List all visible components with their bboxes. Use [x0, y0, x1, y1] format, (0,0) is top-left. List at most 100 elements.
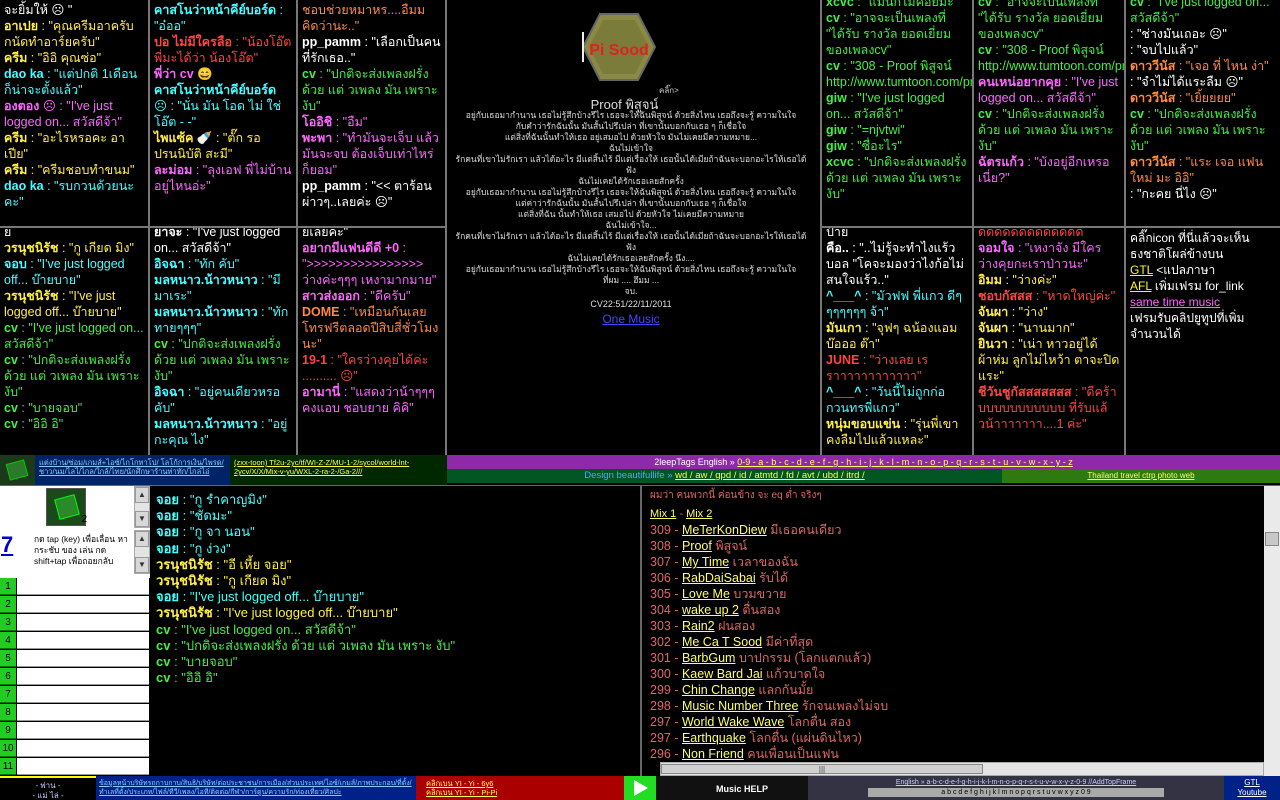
chat-username[interactable]: วรนุชนิรัช: [156, 605, 213, 620]
chat-username[interactable]: cv: [154, 337, 168, 351]
chat-username[interactable]: พี่ว่า cv: [154, 67, 194, 81]
song-link[interactable]: World Wake Wave: [682, 715, 784, 729]
chat-username[interactable]: xcvc: [826, 155, 854, 169]
bottom-b2[interactable]: ข้อมูลหน้าบริษัทรถกาบกาบ/สินธิ/บริษัท/ต่…: [96, 776, 416, 800]
chat-username[interactable]: จอบ: [4, 257, 27, 271]
chat-username[interactable]: cv: [4, 417, 18, 431]
chat-username[interactable]: ฉัตรแก้ว: [978, 155, 1024, 169]
b5-line2[interactable]: a b c d e f g h i j k l m n o p q r s t …: [868, 788, 1164, 797]
chat-username[interactable]: จันผา: [978, 321, 1008, 335]
song-link[interactable]: Non Friend: [682, 747, 744, 761]
song-link[interactable]: Music Number Three: [682, 699, 798, 713]
chat-username[interactable]: ดาววีนัส: [1130, 155, 1175, 169]
mini-big-num[interactable]: 7: [1, 532, 13, 558]
chat-username[interactable]: cv: [826, 11, 840, 25]
chat-username[interactable]: องตอง: [4, 99, 39, 113]
bottom-b5[interactable]: English » a-b-c-d-e-f-g-h-i-j-k-l-m-n-o-…: [808, 776, 1224, 800]
chat-username[interactable]: pp_pamm: [302, 179, 361, 193]
chat-username[interactable]: คาสโนว่าหน้าคีย์บอร์ด: [154, 3, 276, 17]
chat-username[interactable]: อิจฉา: [154, 385, 184, 399]
song-vscroll[interactable]: [1264, 486, 1280, 776]
chat-username[interactable]: มลหนาว.น้าวหนาว: [154, 305, 258, 319]
travel-link[interactable]: Thailand travel ctrp photo web: [1087, 471, 1194, 480]
song-link[interactable]: BarbGum: [682, 651, 736, 665]
chat-username[interactable]: จอย: [156, 541, 179, 556]
chat-username[interactable]: cv: [978, 0, 992, 9]
song-link[interactable]: Love Me: [682, 587, 730, 601]
chat-username[interactable]: cv: [4, 401, 18, 415]
chat-username[interactable]: cv: [826, 59, 840, 73]
chat-username[interactable]: pp_pamm: [302, 35, 361, 49]
row-cell[interactable]: [17, 650, 149, 667]
chat-username[interactable]: วรนุชนิรัช: [156, 573, 213, 588]
b3-line1[interactable]: คลิกเบน YI - Yi - 6y6: [426, 779, 614, 788]
chat-username[interactable]: อาเปย: [4, 19, 38, 33]
chat-username[interactable]: ครีม: [4, 51, 27, 65]
nav-links-mid[interactable]: (zxx-toon) Tf2u-2yc/tf/WI-Z-Z/MU-1-2/syc…: [230, 455, 447, 485]
chat-username[interactable]: ครีม: [4, 131, 27, 145]
chat-username[interactable]: ชีวันชูกัสสสสสสส: [978, 385, 1072, 399]
chat-username[interactable]: JUNE: [826, 353, 859, 367]
song-link[interactable]: MeTerKonDiew: [682, 523, 767, 537]
row-cell[interactable]: [17, 686, 149, 703]
chat-username[interactable]: ครีม: [4, 163, 27, 177]
chat-username[interactable]: จอมใจ: [978, 241, 1015, 255]
song-link[interactable]: Earthquake: [682, 731, 746, 745]
chat-username[interactable]: สาวส่งออก: [302, 289, 360, 303]
chat-username[interactable]: cv: [156, 654, 170, 669]
mix-1-link[interactable]: Mix 1: [650, 508, 676, 520]
song-logo[interactable]: Pi Sood: [581, 12, 657, 82]
chat-username[interactable]: มลหนาว.น้าวหนาว: [154, 273, 258, 287]
chat-username[interactable]: ^___^: [826, 385, 861, 399]
info-link[interactable]: AFL: [1130, 279, 1152, 293]
song-link[interactable]: My Time: [682, 555, 729, 569]
scroll-thumb[interactable]: [1265, 532, 1279, 546]
mini-scrollbar-top[interactable]: ▲ ▼: [134, 486, 150, 528]
chat-username[interactable]: cv: [4, 353, 18, 367]
row-cell[interactable]: [17, 578, 149, 595]
song-link[interactable]: Rain2: [682, 619, 715, 633]
chat-username[interactable]: คาสโนว่าหน้าคีย์บอร์ด: [154, 83, 276, 97]
chat-username[interactable]: วรนุชนิรัช: [4, 289, 59, 303]
chat-username[interactable]: อิจฉา: [154, 257, 184, 271]
song-link[interactable]: Proof: [682, 539, 712, 553]
chat-username[interactable]: คนเหน่อยากคุย: [978, 75, 1061, 89]
chat-username[interactable]: หนุ่มขอบแข่น: [826, 417, 900, 431]
chat-username[interactable]: คือ..: [826, 241, 849, 255]
chat-username[interactable]: giw: [826, 139, 847, 153]
song-link[interactable]: Chin Change: [682, 683, 755, 697]
chat-username[interactable]: ไพแซ้ค: [154, 131, 193, 145]
song-hscroll[interactable]: |||: [660, 762, 1264, 776]
bottom-b3[interactable]: คลิกเบน YI - Yi - 6y6 คลิกเบน YI - Yi - …: [416, 776, 624, 800]
nav-logo[interactable]: [0, 455, 35, 485]
row-cell[interactable]: [17, 704, 149, 721]
row-cell[interactable]: [17, 740, 149, 757]
bottom-b1[interactable]: - พ่าน - - แม่ ไล่ -: [0, 776, 96, 800]
chat-username[interactable]: พะพา: [302, 131, 332, 145]
chat-username[interactable]: อยากมีแฟนดีดี +0: [302, 241, 399, 255]
info-line[interactable]: GTL <แปลภาษา: [1130, 262, 1276, 278]
scroll-down-icon[interactable]: ▼: [135, 557, 149, 573]
b5-line1[interactable]: English » a-b-c-d-e-f-g-h-i-j-k-l-m-n-o-…: [808, 778, 1224, 787]
chat-username[interactable]: cv: [302, 67, 316, 81]
row-cell[interactable]: [17, 614, 149, 631]
chat-username[interactable]: จอย: [156, 508, 179, 523]
info-line[interactable]: same time music: [1130, 294, 1276, 310]
scroll-down-icon[interactable]: ▼: [135, 511, 149, 527]
bottom-play[interactable]: [624, 776, 656, 800]
mini-card[interactable]: 2: [46, 488, 87, 526]
row-cell[interactable]: [17, 668, 149, 685]
chat-username[interactable]: ดาววีนัส: [1130, 91, 1175, 105]
chat-username[interactable]: cv: [4, 321, 18, 335]
row-cell[interactable]: [17, 758, 149, 775]
chat-username[interactable]: อามานี่: [302, 385, 340, 399]
chat-username[interactable]: มันเกา: [826, 321, 862, 335]
chat-username[interactable]: จอย: [156, 492, 179, 507]
chat-username[interactable]: cv: [978, 43, 992, 57]
chat-username[interactable]: 19-1: [302, 353, 327, 367]
chat-username[interactable]: จันผา: [978, 305, 1008, 319]
chat-username[interactable]: cv: [156, 670, 170, 685]
chat-username[interactable]: อิมม: [978, 273, 1002, 287]
chat-username[interactable]: cv: [156, 638, 170, 653]
chat-username[interactable]: dao ka: [4, 179, 44, 193]
